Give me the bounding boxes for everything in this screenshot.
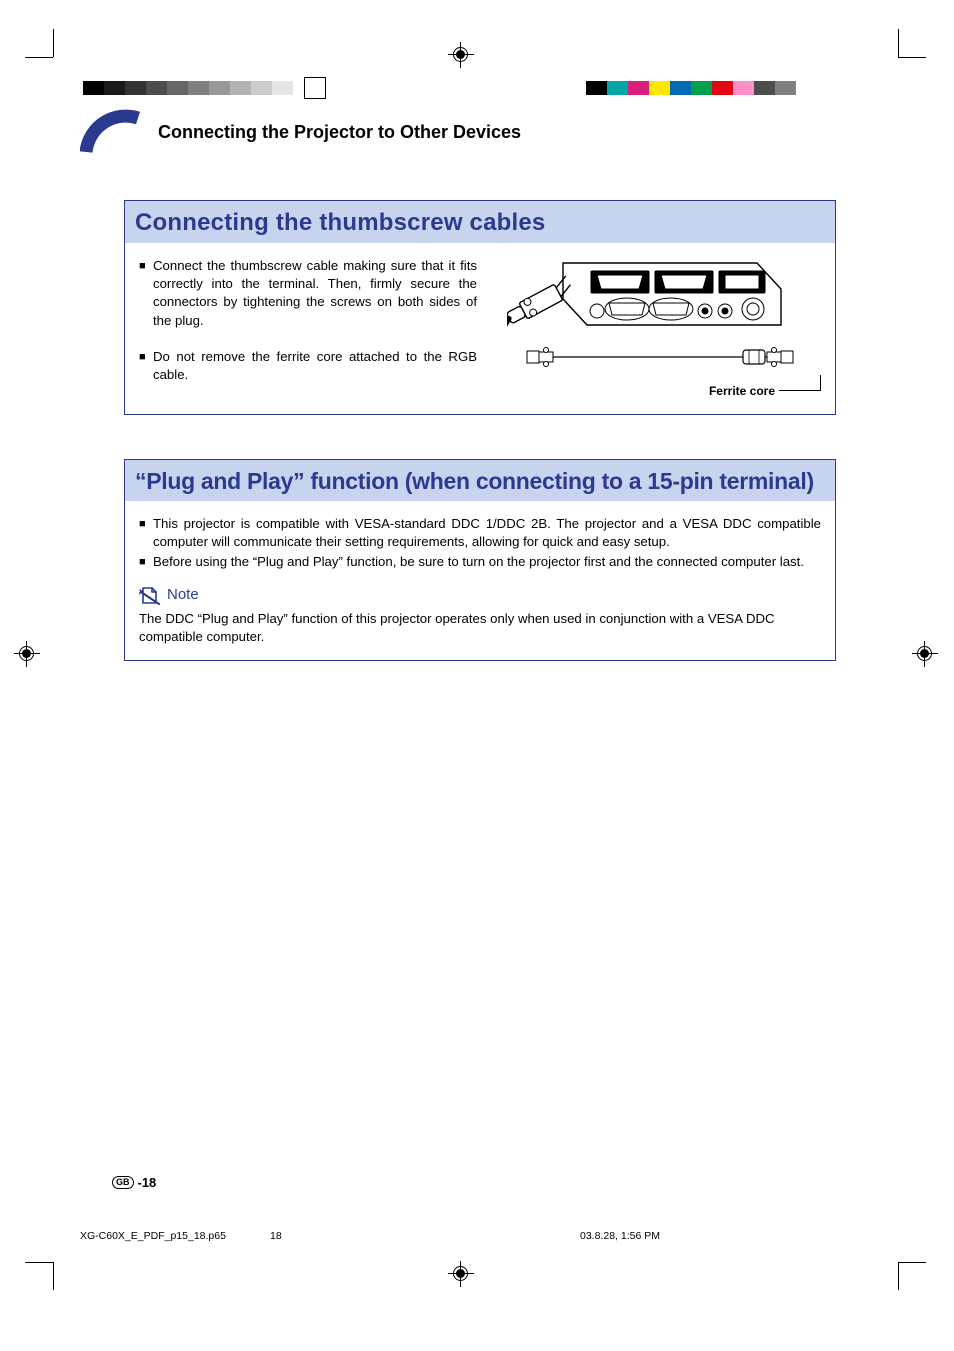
crop-mark [898, 29, 899, 57]
note-icon [139, 586, 161, 606]
bullet-text: Connect the thumbscrew cable making sure… [153, 257, 477, 330]
bullet-item: ■ Connect the thumbscrew cable making su… [139, 257, 477, 330]
crop-mark [898, 1262, 899, 1290]
box1-image-column: Ferrite core [493, 257, 821, 400]
print-footer: XG-C60X_E_PDF_p15_18.p65 18 03.8.28, 1:5… [80, 1230, 870, 1242]
registration-mark-icon [914, 643, 936, 665]
square-bullet-icon: ■ [139, 348, 153, 384]
box-header: “Plug and Play” function (when connectin… [125, 460, 835, 501]
gb-badge: GB [112, 1176, 134, 1189]
printer-marks-top [0, 39, 954, 77]
crop-mark [25, 57, 53, 58]
square-bullet-icon: ■ [139, 515, 153, 551]
thumbscrew-cables-box: Connecting the thumbscrew cables ■ Conne… [124, 200, 836, 415]
page-content: Connecting the Projector to Other Device… [80, 110, 870, 705]
registration-mark-icon [450, 44, 472, 66]
crop-mark [898, 1262, 926, 1263]
arc-decoration-icon [80, 110, 144, 154]
footer-page: 18 [270, 1230, 460, 1242]
registration-mark-icon [16, 643, 38, 665]
note-label: Note [167, 585, 199, 606]
crop-mark [25, 1262, 53, 1263]
crop-mark [53, 29, 54, 57]
registration-mark-icon [450, 1263, 472, 1285]
page-number-value: -18 [138, 1175, 157, 1190]
crop-mark [53, 1262, 54, 1290]
box-header: Connecting the thumbscrew cables [125, 201, 835, 243]
grayscale-strip [83, 81, 293, 95]
plug-and-play-box: “Plug and Play” function (when connectin… [124, 459, 836, 662]
section-title-row: Connecting the Projector to Other Device… [80, 110, 870, 154]
bullet-item: ■ This projector is compatible with VESA… [139, 515, 821, 551]
bullet-item: ■ Do not remove the ferrite core attache… [139, 348, 477, 384]
footer-filename: XG-C60X_E_PDF_p15_18.p65 [80, 1230, 270, 1242]
terminal-diagram-icon [507, 257, 807, 377]
square-bullet-icon: ■ [139, 553, 153, 571]
color-strip [586, 81, 796, 95]
ferrite-core-label: Ferrite core [709, 383, 821, 400]
bullet-text: Before using the “Plug and Play” functio… [153, 553, 821, 571]
box1-text-column: ■ Connect the thumbscrew cable making su… [139, 257, 477, 400]
note-text: The DDC “Plug and Play” function of this… [139, 610, 821, 646]
bullet-item: ■ Before using the “Plug and Play” funct… [139, 553, 821, 571]
page-number: GB -18 [112, 1175, 156, 1190]
crop-mark [898, 57, 926, 58]
square-bullet-icon: ■ [139, 257, 153, 330]
footer-timestamp: 03.8.28, 1:56 PM [460, 1230, 870, 1242]
bullet-text: This projector is compatible with VESA-s… [153, 515, 821, 551]
registration-square [304, 77, 326, 99]
bullet-text: Do not remove the ferrite core attached … [153, 348, 477, 384]
section-title: Connecting the Projector to Other Device… [158, 122, 521, 143]
note-heading: Note [139, 585, 821, 606]
